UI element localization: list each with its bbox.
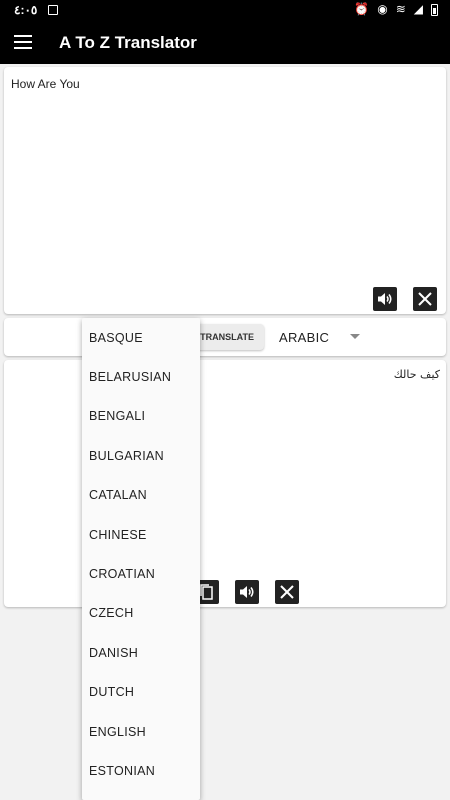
close-icon (280, 585, 294, 599)
output-card: كيف حالك (4, 360, 446, 607)
output-text: كيف حالك (393, 368, 440, 381)
dropdown-item[interactable]: CZECH (82, 594, 200, 633)
dropdown-item[interactable]: DUTCH (82, 673, 200, 712)
dropdown-item[interactable]: BULGARIAN (82, 436, 200, 475)
input-card[interactable]: How Are You (4, 67, 446, 314)
target-language-select[interactable]: ARABIC (279, 330, 329, 345)
image-notification-icon (48, 5, 58, 15)
dropdown-item[interactable]: BASQUE (82, 318, 200, 357)
status-icons: ⏰ ◉ ≋ ◢ (354, 2, 438, 16)
input-clear-button[interactable] (413, 287, 437, 311)
vibrate-icon: ◉ (377, 2, 388, 16)
input-speaker-button[interactable] (373, 287, 397, 311)
speaker-icon (378, 293, 392, 305)
dropdown-item[interactable]: CROATIAN (82, 554, 200, 593)
wifi-icon: ≋ (395, 2, 406, 16)
dropdown-item[interactable]: CATALAN (82, 476, 200, 515)
dropdown-item[interactable]: ESTONIAN (82, 751, 200, 790)
app-title: A To Z Translator (59, 33, 197, 52)
copy-icon (200, 584, 213, 600)
battery-icon (431, 4, 438, 16)
close-icon (418, 292, 432, 306)
dropdown-item[interactable]: ENGLISH (82, 712, 200, 751)
signal-icon: ◢ (413, 2, 423, 16)
language-dropdown-list[interactable]: BASQUE BELARUSIAN BENGALI BULGARIAN CATALAN C… (82, 318, 200, 800)
language-bar: TRANSLATE ARABIC (4, 318, 446, 356)
dropdown-arrow-icon[interactable] (350, 334, 360, 339)
dropdown-item[interactable]: DANISH (82, 633, 200, 672)
app-bar: A To Z Translator (0, 22, 450, 64)
alarm-icon: ⏰ (354, 2, 370, 16)
input-text-field[interactable]: How Are You (11, 77, 80, 91)
speaker-icon (240, 586, 254, 598)
dropdown-item[interactable]: BELARUSIAN (82, 357, 200, 396)
dropdown-item[interactable]: CHINESE (82, 515, 200, 554)
status-time: ٤:٠٥ (14, 3, 38, 17)
output-clear-button[interactable] (275, 580, 299, 604)
status-bar: ٤:٠٥ ⏰ ◉ ≋ ◢ (0, 0, 450, 22)
dropdown-item[interactable]: BENGALI (82, 397, 200, 436)
output-speaker-button[interactable] (235, 580, 259, 604)
menu-icon[interactable] (14, 35, 32, 49)
